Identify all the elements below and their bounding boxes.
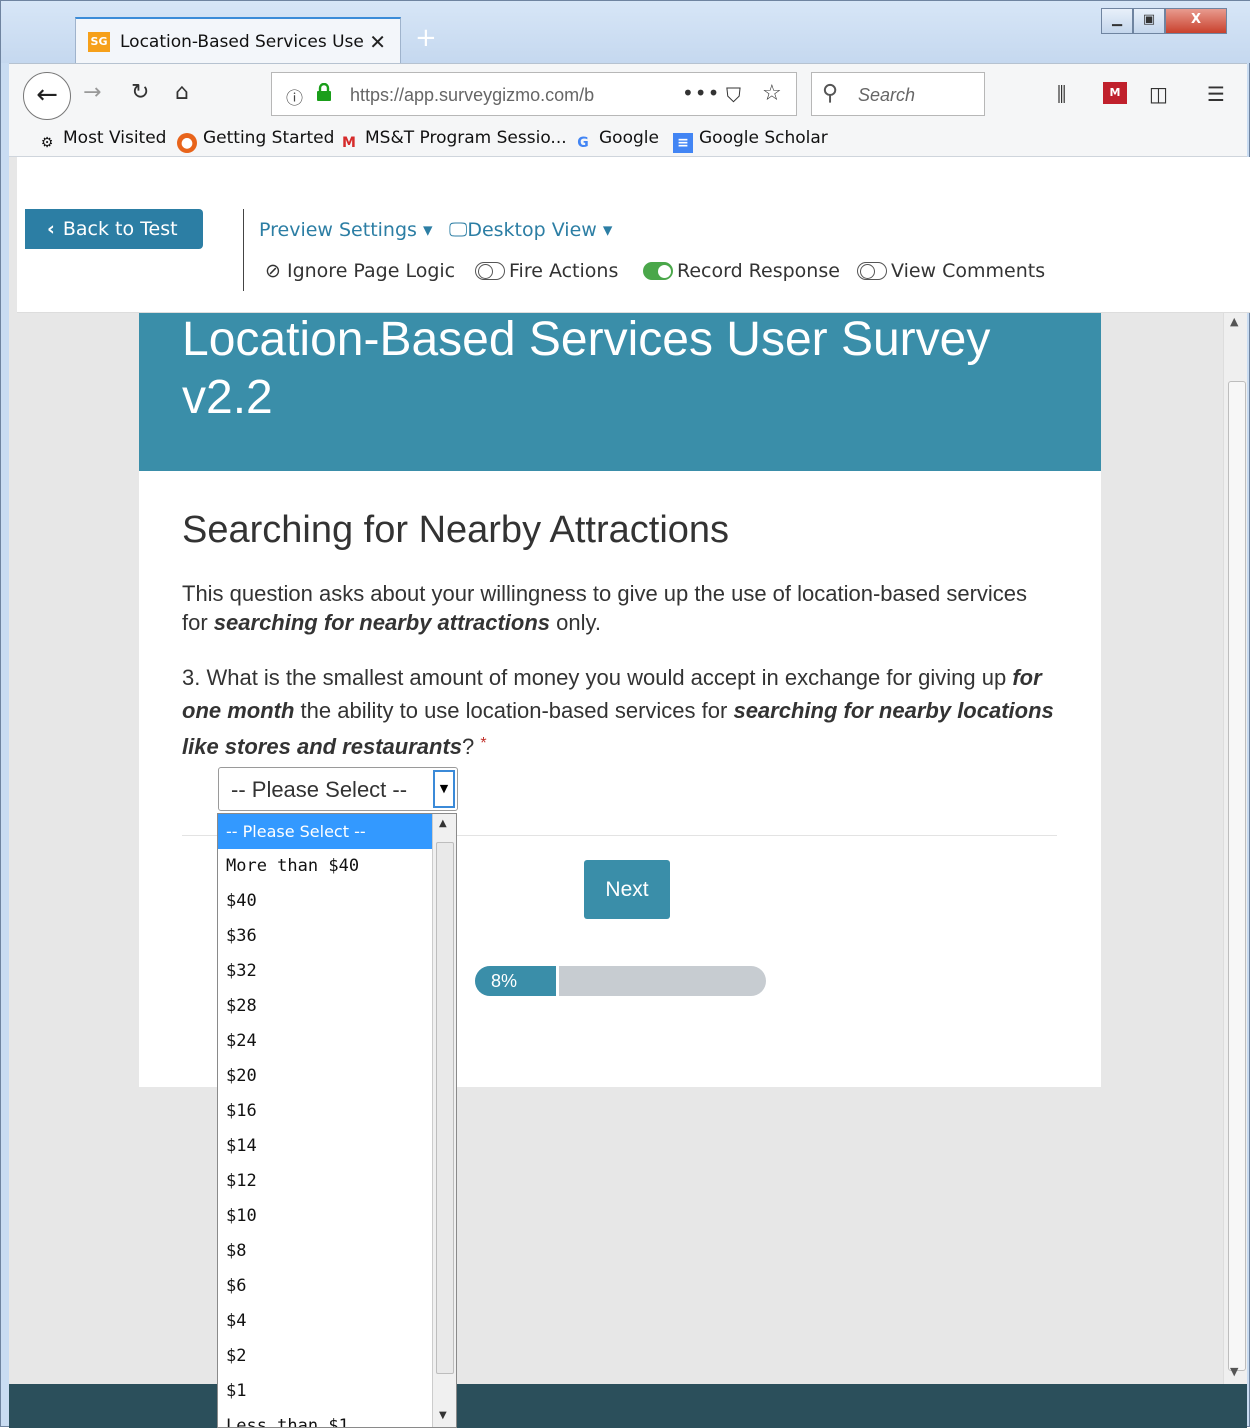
toggle-off-icon — [475, 262, 505, 280]
amount-dropdown-list[interactable]: -- Please Select -- More than $40 $40 $36 $3… — [217, 813, 457, 1428]
intro-text: This question asks about your willingnes… — [182, 581, 1028, 635]
progress-bar: 8% — [475, 966, 766, 996]
dropdown-option[interactable]: Less than $1 — [218, 1409, 433, 1427]
reload-icon[interactable]: ↻ — [131, 80, 149, 105]
dropdown-option[interactable]: $12 — [218, 1164, 433, 1199]
dropdown-arrow-icon[interactable]: ▼ — [433, 770, 455, 808]
forward-icon[interactable]: → — [83, 80, 101, 105]
dropdown-option[interactable]: $20 — [218, 1059, 433, 1094]
fire-actions-toggle[interactable]: Fire Actions — [475, 260, 618, 282]
dropdown-option[interactable]: $2 — [218, 1339, 433, 1374]
menu-icon[interactable]: ☰ — [1207, 82, 1225, 106]
page-actions-icon[interactable]: ••• — [682, 81, 720, 105]
page-scrollbar[interactable]: ▲ ▼ — [1223, 313, 1247, 1384]
dropdown-option[interactable]: $28 — [218, 989, 433, 1024]
page-content: ‹ Back to Test Preview Settings ▾ 🖵Deskto… — [9, 157, 1250, 1428]
home-icon[interactable]: ⌂ — [175, 80, 189, 105]
search-placeholder: Search — [858, 85, 916, 105]
question-text: 3. What is the smallest amount of money … — [182, 665, 1054, 759]
dropdown-option[interactable]: $1 — [218, 1374, 433, 1409]
back-to-test-button[interactable]: ‹ Back to Test — [25, 209, 203, 249]
dropdown-option[interactable]: More than $40 — [218, 849, 433, 884]
ignore-page-logic-toggle[interactable]: ⊘ Ignore Page Logic — [265, 260, 455, 282]
progress-label: 8% — [491, 971, 518, 991]
google-icon: G — [577, 135, 589, 151]
tab-strip: SG Location-Based Services User Su ✕ + ▁… — [1, 1, 1250, 63]
bookmark-most-visited[interactable]: ⚙ Most Visited — [37, 128, 167, 153]
search-bar[interactable]: ⚲ Search — [811, 72, 985, 116]
next-button[interactable]: Next — [584, 860, 670, 919]
firefox-icon: ● — [177, 133, 197, 153]
close-window-button[interactable]: X — [1165, 8, 1227, 34]
dropdown-option[interactable]: $36 — [218, 919, 433, 954]
dropdown-option[interactable]: $4 — [218, 1304, 433, 1339]
dropdown-option[interactable]: $6 — [218, 1269, 433, 1304]
close-tab-icon[interactable]: ✕ — [369, 30, 386, 54]
maximize-button[interactable]: ▣ — [1133, 8, 1165, 34]
toggle-off-icon — [857, 262, 887, 280]
required-asterisk: * — [480, 735, 487, 752]
dropdown-scrollbar[interactable]: ▲ ▼ — [432, 814, 456, 1427]
caret-down-icon: ▾ — [602, 219, 613, 241]
bookmark-star-icon[interactable]: ☆ — [762, 81, 782, 106]
navigation-bar: ← → ↻ ⌂ ⓘ https://app.surveygizmo.com/b … — [9, 63, 1247, 121]
dropdown-option[interactable]: $24 — [218, 1024, 433, 1059]
bookmark-mst-program[interactable]: M MS&T Program Sessio... — [339, 128, 567, 153]
bookmark-getting-started[interactable]: ● Getting Started — [177, 128, 334, 153]
select-value: -- Please Select -- — [231, 777, 408, 802]
dropdown-scrollbar-thumb[interactable] — [436, 842, 454, 1374]
pocket-icon[interactable]: ⛉ — [726, 83, 741, 107]
bookmarks-bar: ⚙ Most Visited ● Getting Started M MS&T Pro… — [9, 121, 1247, 157]
scroll-up-icon[interactable]: ▲ — [1230, 315, 1238, 328]
toggle-on-icon — [643, 262, 673, 280]
bookmark-google-scholar[interactable]: ≡ Google Scholar — [673, 128, 828, 153]
surveygizmo-favicon-icon: SG — [88, 32, 110, 52]
scroll-down-icon[interactable]: ▼ — [439, 1410, 447, 1421]
url-text[interactable]: https://app.surveygizmo.com/b — [350, 85, 626, 106]
ban-icon: ⊘ — [265, 260, 281, 282]
footer-band — [9, 1384, 1247, 1428]
chevron-left-icon: ‹ — [47, 218, 55, 240]
browser-window: SG Location-Based Services User Su ✕ + ▁… — [0, 0, 1250, 1428]
dropdown-option[interactable]: $16 — [218, 1094, 433, 1129]
url-bar[interactable]: ⓘ https://app.surveygizmo.com/b ••• ⛉ ☆ — [271, 72, 797, 116]
monitor-icon: 🖵 — [449, 219, 468, 241]
library-icon[interactable]: ⫼ — [1057, 82, 1066, 106]
record-response-toggle[interactable]: Record Response — [643, 260, 840, 282]
info-icon[interactable]: ⓘ — [286, 84, 303, 109]
lock-icon — [317, 83, 331, 101]
extension-icon[interactable]: M — [1103, 82, 1127, 104]
view-comments-toggle[interactable]: View Comments — [857, 260, 1045, 282]
dropdown-option[interactable]: $8 — [218, 1234, 433, 1269]
bookmark-google[interactable]: G Google — [573, 128, 659, 153]
browser-tab[interactable]: SG Location-Based Services User Su ✕ — [75, 17, 401, 63]
ms-icon: M — [342, 135, 356, 151]
search-icon: ⚲ — [822, 81, 839, 106]
dropdown-option[interactable]: $32 — [218, 954, 433, 989]
sidebar-icon[interactable]: ◫ — [1149, 82, 1168, 106]
scholar-icon: ≡ — [673, 133, 693, 153]
toolbar-divider — [243, 209, 244, 291]
dropdown-option[interactable]: -- Please Select -- — [218, 814, 433, 849]
scroll-down-icon[interactable]: ▼ — [1230, 1365, 1238, 1378]
dropdown-option[interactable]: $40 — [218, 884, 433, 919]
back-icon[interactable]: ← — [23, 72, 71, 120]
scroll-up-icon[interactable]: ▲ — [439, 818, 447, 829]
section-title: Searching for Nearby Attractions — [182, 509, 730, 551]
preview-toolbar: ‹ Back to Test Preview Settings ▾ 🖵Deskto… — [17, 157, 1250, 313]
new-tab-icon[interactable]: + — [415, 23, 437, 53]
dropdown-option[interactable]: $14 — [218, 1129, 433, 1164]
survey-title: Location-Based Services User Survey v2.2 — [182, 313, 991, 424]
desktop-view-menu[interactable]: 🖵Desktop View ▾ — [449, 219, 612, 241]
preview-settings-menu[interactable]: Preview Settings ▾ — [259, 219, 433, 241]
amount-select[interactable]: -- Please Select -- ▼ — [218, 767, 458, 811]
page-scrollbar-thumb[interactable] — [1228, 381, 1246, 1371]
dropdown-option[interactable]: $10 — [218, 1199, 433, 1234]
gear-icon: ⚙ — [40, 135, 54, 151]
dropdown-options: -- Please Select -- More than $40 $40 $36 $3… — [218, 814, 456, 1427]
tab-title: Location-Based Services User Su — [120, 32, 365, 52]
minimize-button[interactable]: ▁ — [1101, 8, 1133, 34]
caret-down-icon: ▾ — [422, 219, 433, 241]
